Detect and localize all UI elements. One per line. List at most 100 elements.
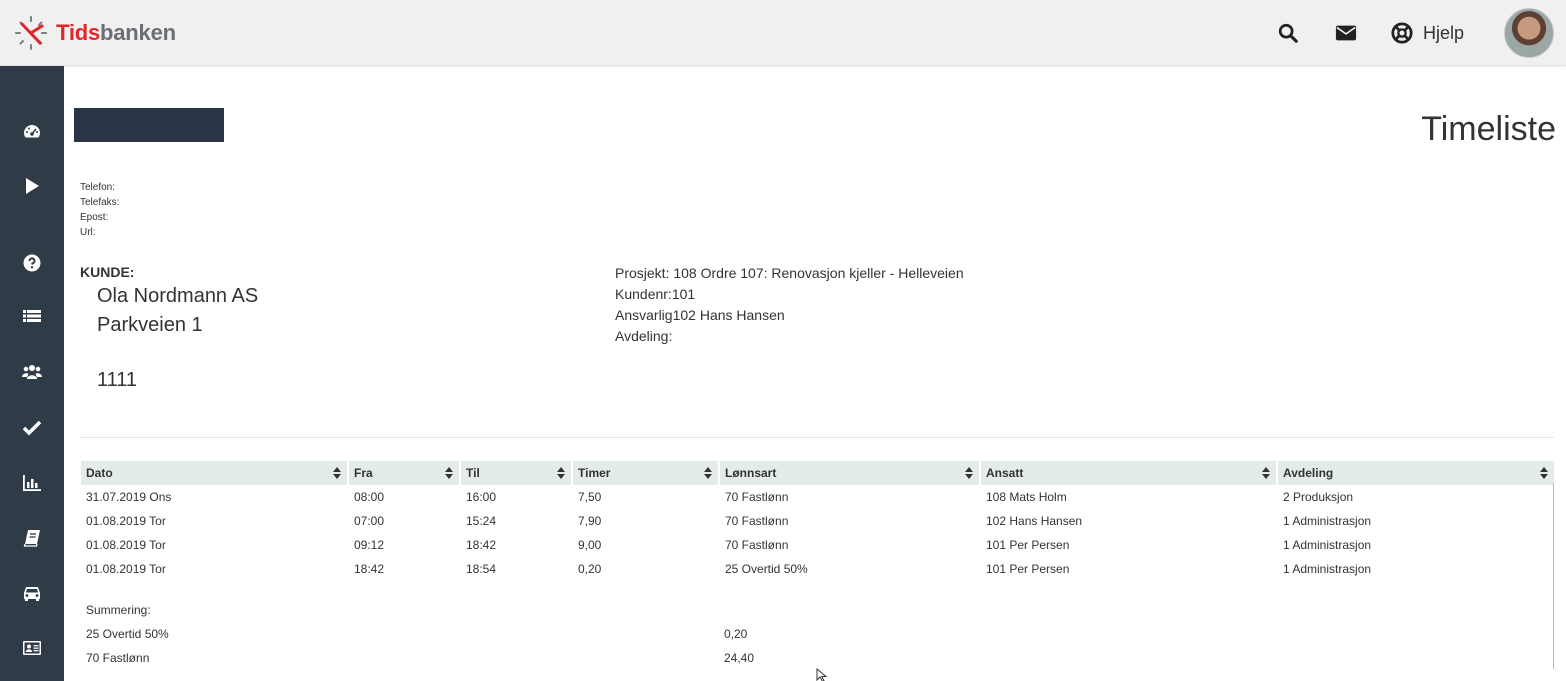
cell-timer: 9,00 <box>578 538 602 552</box>
section-divider <box>80 437 1554 438</box>
cell-lonnsart: 70 Fastlønn <box>725 514 789 528</box>
contact-telefon: Telefon: <box>80 182 116 193</box>
brand-logo[interactable]: Tidsbanken <box>14 15 176 51</box>
cell-timer: 7,90 <box>578 514 602 528</box>
cell-timer: 0,20 <box>578 562 602 576</box>
cell-lonnsart: 25 Overtid 50% <box>725 562 808 576</box>
cell-lonnsart: 70 Fastlønn <box>725 538 789 552</box>
brand-name-part1: Tids <box>56 20 101 45</box>
cell-avdeling: 2 Produksjon <box>1283 490 1354 504</box>
brand-name: Tidsbanken <box>56 20 176 46</box>
sidebar-item-approve[interactable] <box>20 416 44 440</box>
cell-lonnsart: 70 Fastlønn <box>725 490 789 504</box>
cell-dato: 01.08.2019 Tor <box>86 538 166 552</box>
table-row: 31.07.2019 Ons 08:00 16:00 7,50 70 Fastl… <box>81 485 1554 509</box>
summary-row-value: 24,40 <box>724 651 755 665</box>
top-bar: Tidsbanken Hjelp <box>0 0 1566 66</box>
project-department: Avdeling: <box>615 328 673 344</box>
users-icon <box>22 365 42 379</box>
sidebar-item-help[interactable] <box>20 251 44 275</box>
search-button[interactable] <box>1275 20 1301 46</box>
cell-til: 18:54 <box>466 562 497 576</box>
column-header-timer[interactable]: Timer <box>573 461 720 485</box>
cell-timer: 7,50 <box>578 490 602 504</box>
sort-icon <box>557 467 565 479</box>
cell-dato: 01.08.2019 Tor <box>86 562 166 576</box>
sort-icon <box>965 467 973 479</box>
cell-avdeling: 1 Administrasjon <box>1283 562 1372 576</box>
contact-telefaks: Telefaks: <box>80 197 120 208</box>
cell-ansatt: 101 Per Persen <box>986 562 1070 576</box>
sidebar <box>0 66 64 681</box>
lifebuoy-icon <box>1391 22 1413 44</box>
column-header-label: Avdeling <box>1283 466 1334 480</box>
customer-number: Kundenr:101 <box>615 286 696 302</box>
customer-name: Ola Nordmann AS <box>97 285 259 307</box>
help-button[interactable]: Hjelp <box>1389 20 1464 46</box>
cell-til: 18:42 <box>466 538 497 552</box>
summary-row-name: 70 Fastlønn <box>86 651 150 665</box>
user-avatar[interactable] <box>1504 8 1554 58</box>
cell-fra: 07:00 <box>354 514 385 528</box>
column-header-label: Timer <box>578 466 611 480</box>
sidebar-item-dashboard[interactable] <box>20 120 44 144</box>
project-responsible: Ansvarlig102 Hans Hansen <box>615 307 785 323</box>
brand-name-part2: banken <box>100 20 176 45</box>
column-header-avdeling[interactable]: Avdeling <box>1278 461 1554 485</box>
cell-ansatt: 101 Per Persen <box>986 538 1070 552</box>
sidebar-item-vehicle[interactable] <box>20 581 44 605</box>
list-icon <box>23 310 41 322</box>
sidebar-item-list[interactable] <box>20 305 44 329</box>
column-header-til[interactable]: Til <box>461 461 573 485</box>
dashboard-icon <box>24 125 40 138</box>
cell-ansatt: 102 Hans Hansen <box>986 514 1083 528</box>
page-title: Timeliste <box>1421 110 1556 148</box>
column-header-ansatt[interactable]: Ansatt <box>981 461 1278 485</box>
check-icon <box>22 420 42 436</box>
column-header-label: Ansatt <box>986 466 1024 480</box>
column-header-dato[interactable]: Dato <box>81 461 349 485</box>
customer-label: KUNDE: <box>80 264 135 280</box>
help-label: Hjelp <box>1422 22 1464 43</box>
column-header-fra[interactable]: Fra <box>349 461 461 485</box>
table-row: 01.08.2019 Tor 07:00 15:24 7,90 70 Fastl… <box>81 509 1554 533</box>
table-row: 01.08.2019 Tor 18:42 18:54 0,20 25 Overt… <box>81 557 1554 581</box>
contact-info: Telefon: Telefaks: Epost: Url: <box>80 180 119 240</box>
cell-dato: 31.07.2019 Ons <box>86 490 172 504</box>
sort-icon <box>445 467 453 479</box>
play-icon <box>26 178 39 194</box>
sort-icon <box>1262 467 1270 479</box>
cell-dato: 01.08.2019 Tor <box>86 514 166 528</box>
sidebar-item-reports[interactable] <box>20 471 44 495</box>
mail-icon <box>1335 25 1357 41</box>
cell-til: 16:00 <box>466 490 497 504</box>
customer-zip: 1111 <box>97 369 138 391</box>
messages-button[interactable] <box>1333 20 1359 46</box>
contact-url: Url: <box>80 227 96 238</box>
cell-avdeling: 1 Administrasjon <box>1283 514 1372 528</box>
bar-chart-icon <box>23 475 41 491</box>
cell-avdeling: 1 Administrasjon <box>1283 538 1372 552</box>
project-info: Prosjekt: 108 Ordre 107: Renovasjon kjel… <box>615 263 964 347</box>
company-logo-redacted <box>74 108 224 142</box>
cell-fra: 08:00 <box>354 490 385 504</box>
column-header-label: Fra <box>354 466 373 480</box>
sort-icon <box>333 467 341 479</box>
table-row: 01.08.2019 Tor 09:12 18:42 9,00 70 Fastl… <box>81 533 1554 557</box>
search-icon <box>1278 23 1298 43</box>
column-header-lonnsart[interactable]: Lønnsart <box>720 461 981 485</box>
clock-logo-icon <box>15 16 47 50</box>
summary-row-value: 0,20 <box>724 627 748 641</box>
sort-icon <box>704 467 712 479</box>
summary-row-name: 25 Overtid 50% <box>86 627 169 641</box>
sidebar-item-book[interactable] <box>20 526 44 550</box>
mouse-cursor-icon <box>816 668 828 681</box>
sidebar-item-users[interactable] <box>20 360 44 384</box>
column-header-label: Til <box>466 466 480 480</box>
top-actions: Hjelp <box>1275 8 1554 58</box>
sidebar-item-play[interactable] <box>20 174 44 198</box>
sidebar-item-id-card[interactable] <box>20 636 44 660</box>
cell-ansatt: 108 Mats Holm <box>986 490 1067 504</box>
question-icon <box>23 254 41 272</box>
contact-epost: Epost: <box>80 212 109 223</box>
